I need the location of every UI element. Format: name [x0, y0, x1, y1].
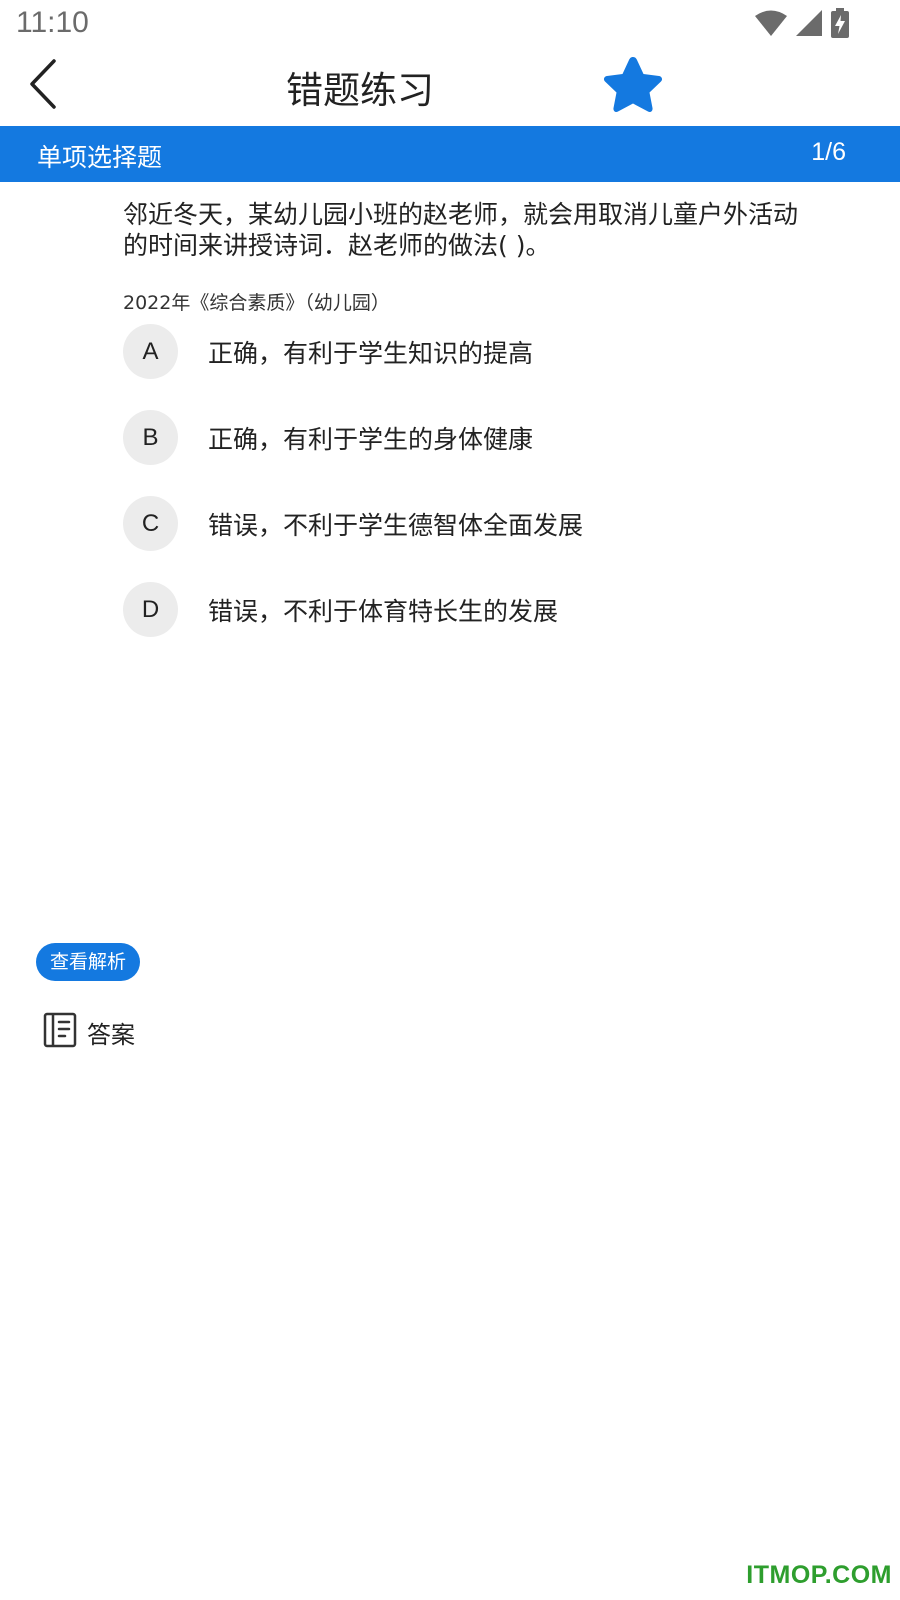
favorite-button[interactable]	[598, 52, 668, 122]
section-bar: 单项选择题 1/6	[0, 126, 900, 182]
notebook-icon	[43, 1012, 77, 1052]
answer-row: 答案	[43, 1012, 135, 1052]
question-progress: 1/6	[811, 138, 846, 166]
answer-label: 答案	[87, 1020, 135, 1049]
option-d[interactable]: D 错误，不利于体育特长生的发展	[123, 582, 823, 668]
battery-charging-icon	[830, 8, 850, 42]
watermark: ITMOP.COM	[746, 1561, 892, 1589]
status-time: 11:10	[16, 6, 89, 39]
app-header: 错题练习	[0, 50, 900, 126]
status-bar: 11:10	[0, 0, 900, 50]
option-c[interactable]: C 错误，不利于学生德智体全面发展	[123, 496, 823, 582]
question-text: 邻近冬天，某幼儿园小班的赵老师，就会用取消儿童户外活动的时间来讲授诗词．赵老师的…	[123, 200, 799, 260]
option-text: 正确，有利于学生知识的提高	[208, 339, 534, 368]
option-b[interactable]: B 正确，有利于学生的身体健康	[123, 410, 823, 496]
wifi-icon	[754, 9, 788, 41]
cellular-signal-icon	[794, 9, 824, 41]
option-letter: D	[123, 582, 178, 637]
option-letter: A	[123, 324, 178, 379]
option-a[interactable]: A 正确，有利于学生知识的提高	[123, 324, 823, 410]
star-icon	[598, 57, 668, 126]
question-type-label: 单项选择题	[37, 143, 163, 172]
option-letter: C	[123, 496, 178, 551]
options-list: A 正确，有利于学生知识的提高 B 正确，有利于学生的身体健康 C 错误，不利于…	[123, 324, 823, 668]
option-text: 错误，不利于体育特长生的发展	[208, 597, 559, 626]
option-text: 正确，有利于学生的身体健康	[208, 425, 534, 454]
view-analysis-button[interactable]: 查看解析	[36, 943, 141, 981]
question-source: 2022年《综合素质》（幼儿园）	[123, 292, 390, 314]
status-icons	[754, 8, 850, 42]
option-text: 错误，不利于学生德智体全面发展	[208, 511, 584, 540]
option-letter: B	[123, 410, 178, 465]
